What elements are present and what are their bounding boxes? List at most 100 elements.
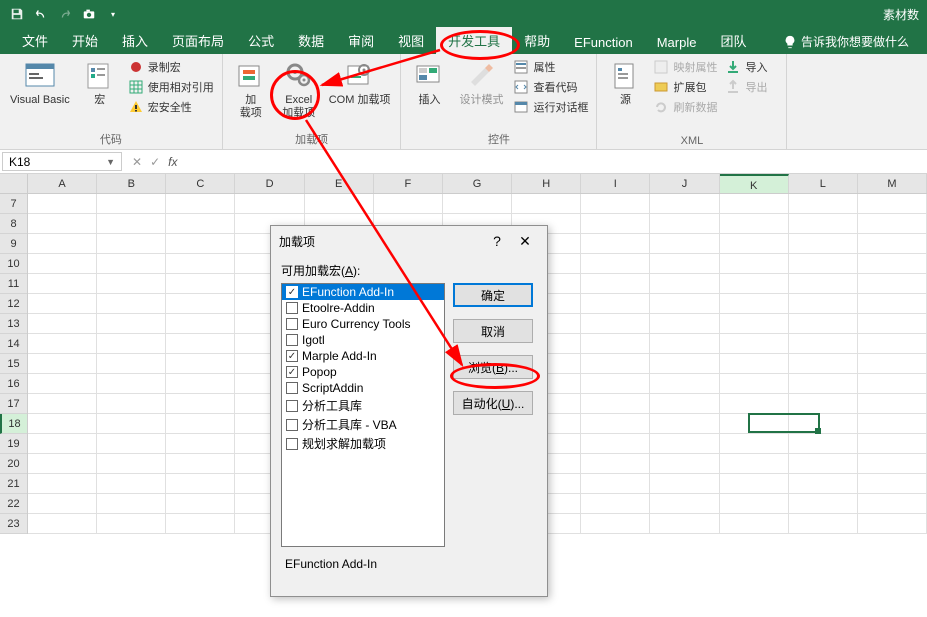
cell[interactable] (97, 214, 166, 234)
cell[interactable] (166, 194, 235, 214)
cell[interactable] (97, 354, 166, 374)
tab-review[interactable]: 审阅 (336, 27, 386, 54)
tab-layout[interactable]: 页面布局 (160, 27, 236, 54)
cell[interactable] (581, 254, 650, 274)
excel-addins-button[interactable]: Excel 加载项 (277, 58, 321, 122)
cell[interactable] (789, 394, 858, 414)
cell[interactable] (720, 474, 789, 494)
select-all-corner[interactable] (0, 174, 28, 194)
cell[interactable] (28, 474, 97, 494)
cell[interactable] (720, 374, 789, 394)
cell[interactable] (789, 234, 858, 254)
cell[interactable] (581, 234, 650, 254)
row-header[interactable]: 21 (0, 474, 27, 494)
cell[interactable] (650, 434, 719, 454)
cell[interactable] (650, 234, 719, 254)
import-button[interactable]: 导入 (723, 58, 769, 76)
row-header[interactable]: 15 (0, 354, 27, 374)
cell[interactable] (97, 414, 166, 434)
cell[interactable] (512, 194, 581, 214)
cell[interactable] (97, 434, 166, 454)
checkbox-icon[interactable] (286, 334, 298, 346)
properties-button[interactable]: 属性 (511, 58, 590, 76)
fx-icon[interactable]: fx (168, 155, 177, 169)
row-header[interactable]: 16 (0, 374, 27, 394)
cell[interactable] (28, 454, 97, 474)
cell[interactable] (235, 194, 304, 214)
column-header[interactable]: M (858, 174, 927, 193)
cell[interactable] (650, 414, 719, 434)
column-header[interactable]: D (235, 174, 304, 193)
cell[interactable] (650, 294, 719, 314)
cell[interactable] (858, 314, 927, 334)
row-header[interactable]: 9 (0, 234, 27, 254)
record-macro-button[interactable]: 录制宏 (126, 58, 216, 76)
cell[interactable] (28, 194, 97, 214)
cell[interactable] (166, 414, 235, 434)
cell[interactable] (720, 294, 789, 314)
cell[interactable] (789, 414, 858, 434)
cell[interactable] (97, 274, 166, 294)
cell[interactable] (581, 314, 650, 334)
browse-button[interactable]: 浏览(B)... (453, 355, 533, 379)
cell[interactable] (28, 434, 97, 454)
cell[interactable] (166, 454, 235, 474)
cell[interactable] (858, 234, 927, 254)
cell[interactable] (858, 474, 927, 494)
addin-list-item[interactable]: ScriptAddin (282, 380, 444, 396)
tab-file[interactable]: 文件 (10, 27, 60, 54)
cell[interactable] (28, 214, 97, 234)
cell[interactable] (166, 374, 235, 394)
cell[interactable] (28, 414, 97, 434)
cell[interactable] (858, 434, 927, 454)
cell[interactable] (789, 494, 858, 514)
cell[interactable] (858, 194, 927, 214)
cell[interactable] (581, 514, 650, 534)
tab-formulas[interactable]: 公式 (236, 27, 286, 54)
cell[interactable] (28, 254, 97, 274)
cell[interactable] (166, 314, 235, 334)
row-header[interactable]: 17 (0, 394, 27, 414)
column-headers[interactable]: ABCDEFGHIJKLM (28, 174, 927, 194)
row-headers[interactable]: 7891011121314151617181920212223 (0, 194, 28, 534)
macro-security-button[interactable]: 宏安全性 (126, 98, 216, 116)
cell[interactable] (166, 354, 235, 374)
cell[interactable] (858, 454, 927, 474)
cell[interactable] (720, 394, 789, 414)
column-header[interactable]: A (28, 174, 97, 193)
cell[interactable] (28, 274, 97, 294)
cell[interactable] (789, 194, 858, 214)
cell[interactable] (97, 494, 166, 514)
cell[interactable] (858, 414, 927, 434)
cell[interactable] (305, 194, 374, 214)
cell[interactable] (166, 334, 235, 354)
column-header[interactable]: I (581, 174, 650, 193)
design-mode-button[interactable]: 设计模式 (455, 58, 507, 109)
check-icon[interactable]: ✓ (150, 155, 160, 169)
cell[interactable] (581, 274, 650, 294)
cancel-button[interactable]: 取消 (453, 319, 533, 343)
column-header[interactable]: B (97, 174, 166, 193)
cell[interactable] (720, 354, 789, 374)
column-header[interactable]: L (789, 174, 858, 193)
column-header[interactable]: F (374, 174, 443, 193)
cell[interactable] (720, 234, 789, 254)
cell[interactable] (581, 454, 650, 474)
automation-button[interactable]: 自动化(U)... (453, 391, 533, 415)
cell[interactable] (789, 474, 858, 494)
row-header[interactable]: 11 (0, 274, 27, 294)
tab-developer[interactable]: 开发工具 (436, 27, 512, 54)
tab-insert[interactable]: 插入 (110, 27, 160, 54)
cell[interactable] (581, 214, 650, 234)
cell[interactable] (28, 514, 97, 534)
addin-list-item[interactable]: Euro Currency Tools (282, 316, 444, 332)
dialog-help-button[interactable]: ? (483, 233, 511, 249)
cell[interactable] (166, 254, 235, 274)
cell[interactable] (789, 294, 858, 314)
checkbox-icon[interactable] (286, 438, 298, 450)
cell[interactable] (97, 474, 166, 494)
column-header[interactable]: C (166, 174, 235, 193)
cell[interactable] (789, 254, 858, 274)
cell[interactable] (650, 254, 719, 274)
cell[interactable] (581, 414, 650, 434)
